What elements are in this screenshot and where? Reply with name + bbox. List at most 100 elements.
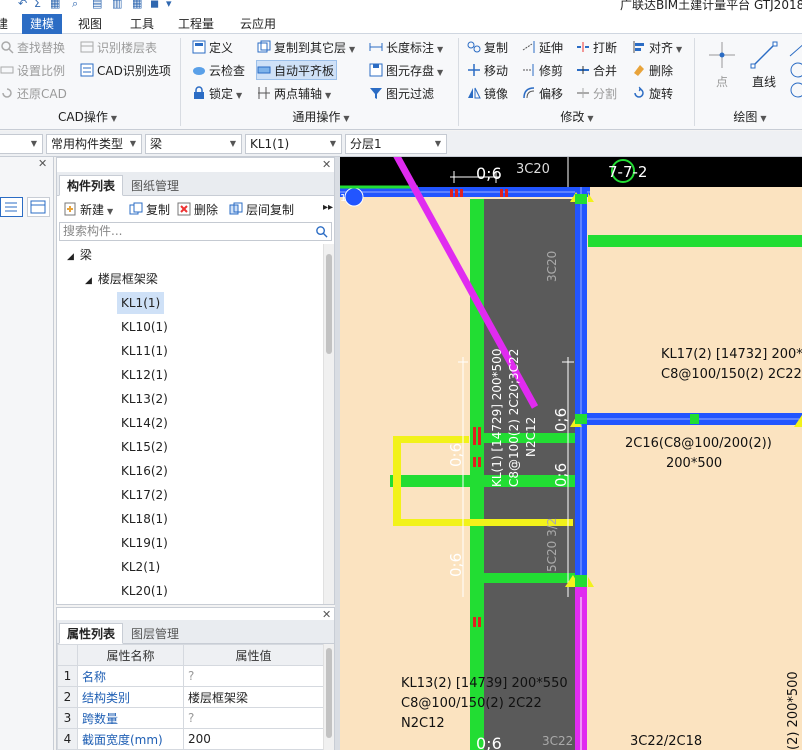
menu-build[interactable]: 建模 — [22, 14, 63, 34]
component-list-item[interactable]: KL19(1) — [117, 532, 172, 554]
ribbon: 查找替换 识别楼层表 设置比例 CAD识别选项 还原CAD CAD操作 ▼ 定义 … — [0, 34, 802, 130]
arc-tools[interactable] — [788, 38, 802, 100]
grid-icon[interactable]: ▦ — [132, 0, 142, 10]
copy-component-button[interactable]: 复制 — [129, 201, 170, 219]
copy-button[interactable]: 复制 — [467, 38, 508, 58]
component-search-input[interactable]: 搜索构件... — [59, 222, 332, 241]
drawing-canvas[interactable]: 1 7-7-2 0;6 3C20 KL17(2) [14732] 200*500… — [340, 157, 802, 750]
component-list-item[interactable]: KL1(1) — [117, 292, 165, 314]
search-doc-icon[interactable]: ⌕ — [72, 0, 78, 11]
menu-tools[interactable]: 工具 — [122, 14, 162, 34]
identify-floor-table-button[interactable]: 识别楼层表 — [80, 38, 157, 58]
collapse-icon[interactable]: ◢ — [67, 252, 74, 262]
sum-icon[interactable]: Σ — [34, 0, 41, 10]
axis-bubble — [344, 187, 364, 207]
auto-align-slab-button[interactable]: 自动平齐板 — [256, 60, 337, 80]
break-button[interactable]: 打断 — [576, 38, 617, 58]
scale-icon — [0, 66, 14, 74]
property-row[interactable]: 1 名称? — [57, 665, 324, 687]
delete-button[interactable]: 删除 — [632, 61, 673, 81]
more-icon[interactable]: ▸▸ — [323, 202, 333, 213]
collapse-icon[interactable]: ◢ — [85, 276, 92, 286]
lock-button[interactable]: 锁定 ▼ — [192, 84, 242, 104]
undo-icon[interactable]: ↶ — [18, 0, 27, 10]
merge-button[interactable]: 合并 — [576, 61, 617, 81]
tree-group[interactable]: ◢ 楼层框架梁 — [85, 268, 158, 290]
component-list-item[interactable]: KL2(1) — [117, 556, 164, 578]
cloud-check-button[interactable]: 云检查 — [192, 61, 245, 81]
component-list-item[interactable]: KL13(2) — [117, 388, 172, 410]
scroll-thumb[interactable] — [326, 254, 332, 354]
component-scrollbar[interactable] — [323, 244, 334, 604]
copy-to-other-floor-button[interactable]: 复制到其它层 ▼ — [257, 38, 355, 58]
property-row[interactable]: 4 截面宽度(mm) 200 — [57, 728, 324, 750]
bottom-beam-label-3: N2C12 — [401, 716, 445, 731]
pdf-icon[interactable]: ▥ — [112, 0, 122, 10]
component-list-item[interactable]: KL15(2) — [117, 436, 172, 458]
floor-select[interactable]: ▼ — [0, 134, 43, 154]
report-icon[interactable]: ▤ — [92, 0, 102, 10]
menu-quantity[interactable]: 工程量 — [170, 14, 222, 34]
element-save-button[interactable]: 图元存盘 ▼ — [369, 61, 443, 81]
component-select[interactable]: KL1(1) ▼ — [245, 134, 342, 154]
component-type-select[interactable]: 常用构件类型 ▼ — [46, 134, 142, 154]
quick-access-icon[interactable]: ▦ — [50, 0, 60, 10]
component-list-item[interactable]: KL10(1) — [117, 316, 172, 338]
title-bar: ↶ Σ ▦ ⌕ ▤ ▥ ▦ ◼ ▾ 广联达BIM土建计量平台 GTJ2018 — [0, 0, 802, 14]
scroll-thumb[interactable] — [326, 648, 332, 738]
restore-cad-button[interactable]: 还原CAD — [0, 84, 67, 104]
length-dim-button[interactable]: 长度标注 ▼ — [369, 38, 443, 58]
tree-root[interactable]: ◢ 梁 — [67, 244, 92, 266]
fill-icon[interactable]: ◼ — [150, 0, 159, 10]
vertical-beam-label-2: C8@100(2) 2C20;3C22 — [507, 349, 521, 487]
set-scale-button[interactable]: 设置比例 — [0, 61, 65, 81]
split-button[interactable]: 分割 — [576, 84, 617, 104]
rotate-button[interactable]: 旋转 — [632, 84, 673, 104]
property-value[interactable]: 200 — [183, 728, 324, 750]
close-icon[interactable]: ✕ — [322, 158, 331, 171]
tab-layer-management[interactable]: 图层管理 — [123, 623, 187, 644]
property-scrollbar[interactable] — [323, 644, 334, 750]
component-list-item[interactable]: KL16(2) — [117, 460, 172, 482]
component-list-item[interactable]: KL17(2) — [117, 484, 172, 506]
panel-splitter[interactable] — [335, 157, 340, 750]
grid-view-icon[interactable] — [27, 197, 50, 217]
component-list-item[interactable]: KL14(2) — [117, 412, 172, 434]
cad-group-title: CAD操作 ▼ — [58, 110, 117, 124]
cad-identify-options-button[interactable]: CAD识别选项 — [80, 61, 171, 81]
floor-copy-button[interactable]: 层间复制 — [229, 201, 294, 219]
define-button[interactable]: 定义 — [192, 38, 233, 58]
mirror-button[interactable]: 镜像 — [467, 84, 508, 104]
tab-component-list[interactable]: 构件列表 — [59, 175, 124, 196]
component-list-item[interactable]: KL12(1) — [117, 364, 172, 386]
list-view-icon[interactable] — [0, 197, 23, 217]
extend-button[interactable]: 延伸 — [522, 38, 563, 58]
trim-button[interactable]: 修剪 — [522, 61, 563, 81]
menu-view[interactable]: 视图 — [70, 14, 110, 34]
align-button[interactable]: 对齐 ▼ — [632, 38, 682, 58]
component-list-item[interactable]: KL11(1) — [117, 340, 172, 362]
new-button[interactable]: 新建 ▼ — [63, 201, 113, 219]
property-row[interactable]: 2 结构类别 楼层框架梁 — [57, 686, 324, 708]
line-button[interactable]: 直线 — [746, 40, 782, 102]
delete-component-button[interactable]: 删除 — [177, 201, 218, 219]
more-icon[interactable]: ▾ — [166, 0, 172, 10]
property-value[interactable]: 楼层框架梁 — [183, 686, 324, 708]
offset-button[interactable]: 偏移 — [522, 84, 563, 104]
menu-cloud[interactable]: 云应用 — [232, 14, 284, 34]
property-row[interactable]: 3 跨数量? — [57, 707, 324, 729]
component-list-item[interactable]: KL18(1) — [117, 508, 172, 530]
tab-drawing-management[interactable]: 图纸管理 — [123, 175, 187, 196]
point-button[interactable]: 点 — [704, 40, 740, 102]
layer-select[interactable]: 分层1 ▼ — [345, 134, 447, 154]
tab-property-list[interactable]: 属性列表 — [59, 623, 124, 644]
find-replace-button[interactable]: 查找替换 — [0, 38, 65, 58]
property-value[interactable]: ? — [183, 707, 324, 729]
component-list-item[interactable]: KL20(1) — [117, 580, 172, 602]
move-button[interactable]: 移动 — [467, 61, 508, 81]
close-icon[interactable]: ✕ — [38, 157, 47, 170]
category-select[interactable]: 梁 ▼ — [145, 134, 242, 154]
two-point-axis-button[interactable]: 两点辅轴 ▼ — [257, 84, 331, 104]
property-value[interactable]: ? — [183, 665, 324, 687]
element-filter-button[interactable]: 图元过滤 — [369, 84, 434, 104]
